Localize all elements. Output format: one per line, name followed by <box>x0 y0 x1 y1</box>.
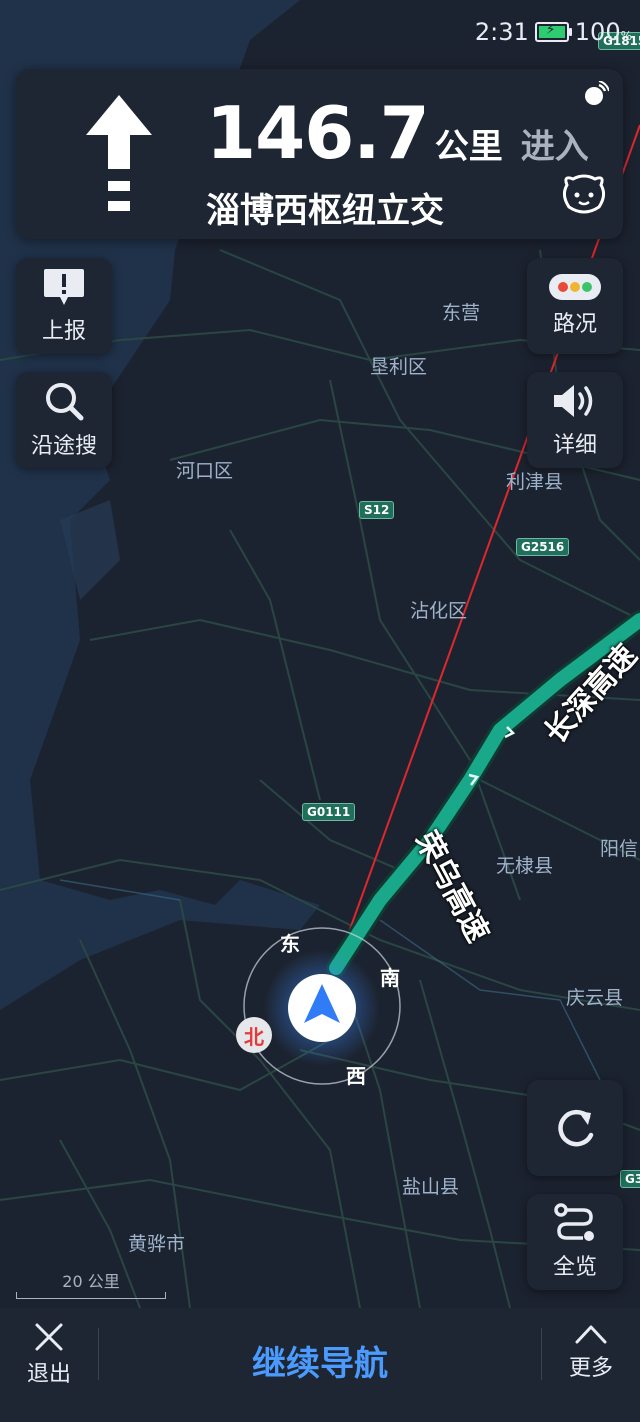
road-shield-g2516: G2516 <box>516 538 570 556</box>
vehicle-position-icon <box>264 950 380 1066</box>
recenter-button[interactable] <box>527 1080 623 1176</box>
place-label-yangxin: 阳信 <box>600 838 639 860</box>
maneuver-action: 进入 <box>520 127 589 167</box>
divider-right <box>541 1328 542 1380</box>
charging-icon: ⚡ <box>545 22 556 38</box>
place-label-zhanhua: 沾化区 <box>410 600 468 622</box>
battery-percent: 100% <box>574 18 632 46</box>
route-overview-label: 全览 <box>552 1255 597 1280</box>
voice-detail-label: 详细 <box>552 433 597 458</box>
guidance-panel[interactable]: 146.7 公里 进入 淄博西枢纽立交 <box>16 69 623 239</box>
place-label-hekou: 河口区 <box>176 460 234 482</box>
compass-south: 南 <box>380 966 400 990</box>
report-label: 上报 <box>41 319 86 344</box>
place-label-wudi: 无棣县 <box>496 855 554 877</box>
continue-navigation-button[interactable]: 继续导航 <box>180 1336 460 1385</box>
next-maneuver-distance: 146.7 公里 进入 <box>206 91 589 175</box>
bottom-bar: 退出 继续导航 更多 <box>0 1308 640 1422</box>
distance-unit: 公里 <box>434 127 503 167</box>
place-label-huanghua: 黄骅市 <box>128 1233 186 1255</box>
next-road-name: 淄博西枢纽立交 <box>206 191 444 231</box>
traffic-button[interactable]: 路况 <box>527 258 623 354</box>
voice-assistant-icon[interactable] <box>559 171 609 219</box>
close-icon <box>35 1323 63 1351</box>
place-label-yanshan: 盐山县 <box>402 1176 460 1198</box>
place-label-lijin: 利津县 <box>506 471 564 493</box>
voice-broadcast-icon[interactable] <box>583 81 609 107</box>
place-label-kenli: 垦利区 <box>370 356 428 378</box>
straight-arrow-icon <box>86 95 152 211</box>
road-shield-s12: S12 <box>359 501 395 519</box>
more-label: 更多 <box>568 1356 613 1381</box>
scale-label: 20 公里 <box>62 1272 120 1291</box>
status-time: 2:31 <box>474 18 529 46</box>
search-along-route-button[interactable]: 沿途搜 <box>16 372 112 468</box>
exit-label: 退出 <box>26 1362 71 1387</box>
search-along-route-label: 沿途搜 <box>30 434 97 459</box>
traffic-label: 路况 <box>552 312 597 337</box>
battery-icon: ⚡ <box>534 22 572 42</box>
speaker-icon <box>554 385 593 417</box>
report-button[interactable]: 上报 <box>16 258 112 354</box>
search-icon <box>46 383 84 421</box>
road-shield-g3: G3 <box>620 1170 640 1188</box>
more-button[interactable]: 更多 <box>556 1322 626 1382</box>
traffic-light-icon <box>549 274 601 300</box>
scale-bar <box>16 1292 166 1299</box>
chevron-up-icon <box>575 1325 607 1344</box>
exit-button[interactable]: 退出 <box>14 1322 84 1388</box>
place-label-qingyun: 庆云县 <box>566 987 624 1009</box>
route-overview-button[interactable]: 全览 <box>527 1194 623 1290</box>
map-scale: 20 公里 <box>16 1268 166 1299</box>
report-icon <box>44 269 84 305</box>
place-label-dongying: 东营 <box>442 302 481 324</box>
distance-value: 146.7 <box>206 91 430 175</box>
refresh-icon <box>558 1109 594 1147</box>
status-bar: 2:31 ⚡ 100% <box>475 18 632 46</box>
voice-detail-button[interactable]: 详细 <box>527 372 623 468</box>
divider-left <box>98 1328 99 1380</box>
road-shield-g0111: G0111 <box>302 803 356 821</box>
route-overview-icon <box>554 1203 594 1241</box>
